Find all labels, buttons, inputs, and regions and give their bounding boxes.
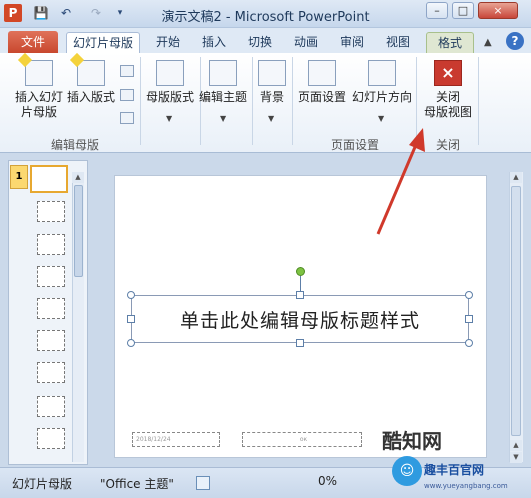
watermark-text: 趣丰百官网 — [424, 463, 485, 477]
watermark-text: 酷知网 — [382, 429, 442, 453]
watermark-logo-icon: ☺ — [392, 456, 422, 486]
watermark-url: www.yueyangbang.com — [424, 482, 508, 490]
annotation-arrow-icon — [376, 128, 425, 235]
